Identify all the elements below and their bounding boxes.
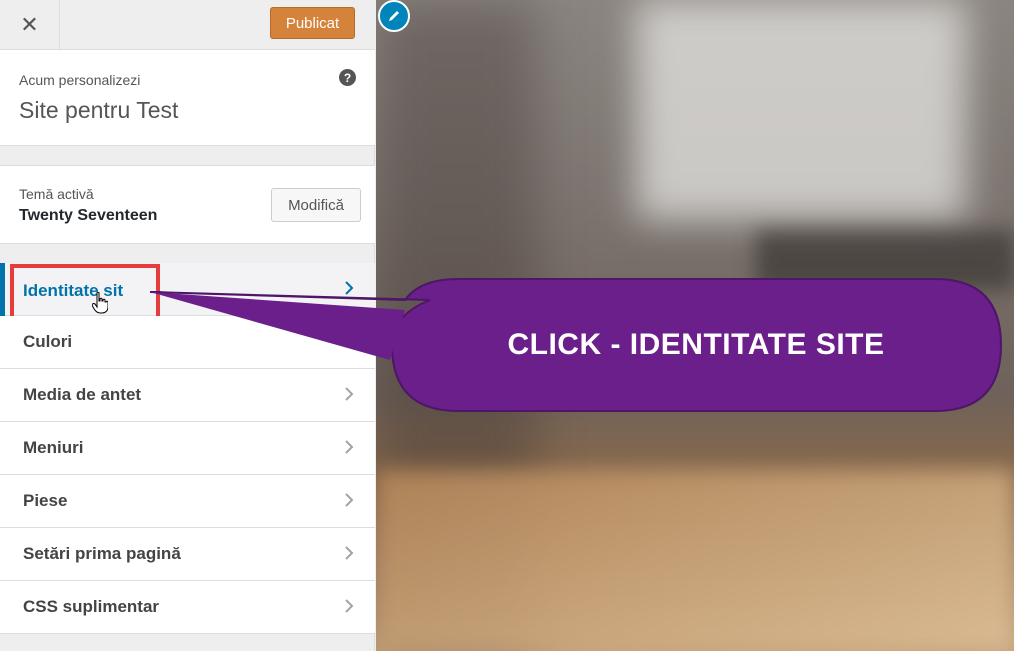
site-info: Acum personalizezi Site pentru Test ?	[0, 50, 375, 146]
close-button[interactable]: ✕	[0, 0, 60, 49]
customizer-header: ✕ Publicat	[0, 0, 375, 50]
change-theme-button[interactable]: Modifică	[271, 188, 361, 222]
customizer-sidebar: ✕ Publicat Acum personalizezi Site pentr…	[0, 0, 375, 651]
preview-window-light	[636, 0, 966, 220]
panel-item-menus[interactable]: Meniuri	[0, 422, 375, 475]
chevron-right-icon	[345, 334, 354, 348]
chevron-right-icon	[345, 599, 354, 613]
panel-item-header-media[interactable]: Media de antet	[0, 369, 375, 422]
panel-item-label: Setări prima pagină	[23, 544, 181, 563]
publish-button[interactable]: Publicat	[270, 7, 355, 39]
panel-item-additional-css[interactable]: CSS suplimentar	[0, 581, 375, 634]
panel-item-widgets[interactable]: Piese	[0, 475, 375, 528]
active-theme-label: Temă activă	[19, 186, 94, 202]
active-theme: Temă activă Twenty Seventeen Modifică	[0, 165, 375, 244]
close-icon: ✕	[20, 11, 39, 37]
hand-cursor-icon	[92, 292, 108, 314]
chevron-right-icon	[345, 281, 354, 295]
panel-item-label: Culori	[23, 332, 73, 351]
panel-item-colors[interactable]: Culori	[0, 316, 375, 369]
chevron-right-icon	[345, 440, 354, 454]
active-indicator	[0, 263, 5, 316]
panel-item-label: Media de antet	[23, 385, 142, 404]
site-title: Site pentru Test	[19, 97, 179, 123]
theme-name: Twenty Seventeen	[19, 207, 158, 224]
help-icon[interactable]: ?	[339, 69, 356, 86]
chevron-right-icon	[345, 387, 354, 401]
chevron-right-icon	[345, 493, 354, 507]
panel-item-label: CSS suplimentar	[23, 597, 160, 616]
callout-text: CLICK - IDENTITATE SITE	[507, 328, 885, 361]
preview-table	[376, 470, 1014, 651]
panel-item-homepage-settings[interactable]: Setări prima pagină	[0, 528, 375, 581]
edit-shortcut-button[interactable]	[378, 0, 410, 32]
panel-item-label: Meniuri	[23, 438, 84, 457]
panel-item-label: Piese	[23, 491, 68, 510]
chevron-right-icon	[345, 546, 354, 560]
highlight-box	[10, 264, 160, 321]
pencil-icon	[389, 11, 399, 21]
panel-item-site-identity[interactable]: Identitate sit	[0, 263, 375, 321]
customizer-panel-list: Identitate sit Culori Media de antet Men…	[0, 263, 375, 634]
customizing-label: Acum personalizezi	[19, 72, 141, 88]
